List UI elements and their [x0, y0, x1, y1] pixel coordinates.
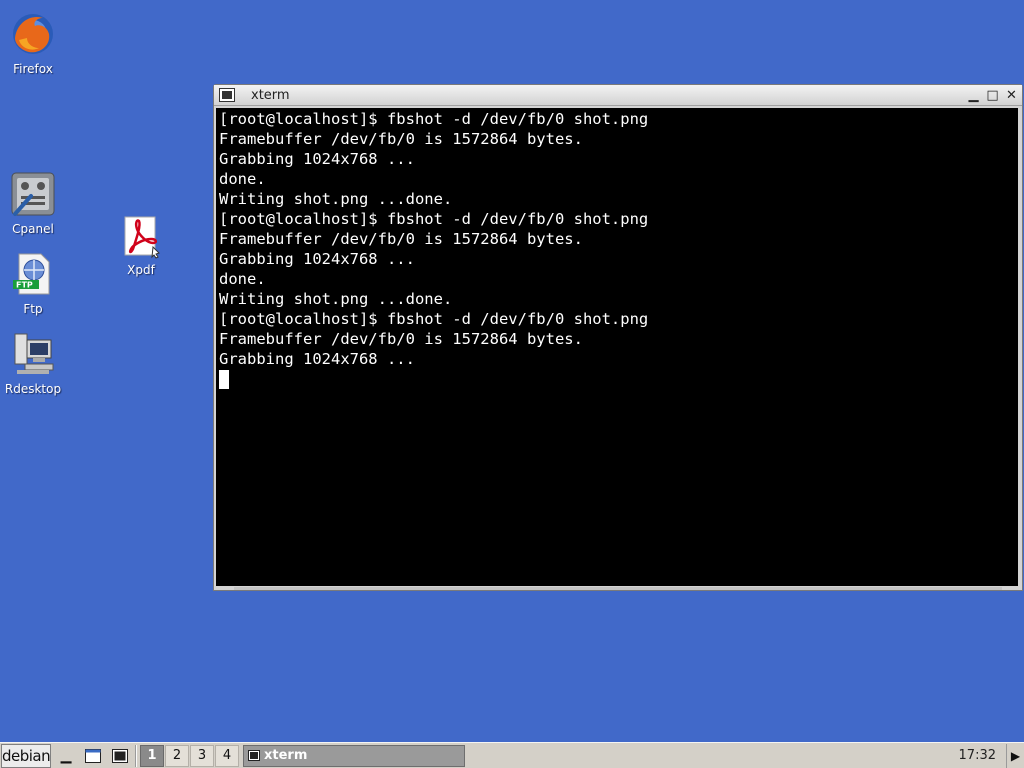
minimize-all-icon: ▁ [60, 747, 72, 764]
terminal-line: Grabbing 1024x768 ... [219, 350, 415, 368]
desktop-icon-label: Ftp [23, 302, 43, 316]
maximize-icon: □ [986, 87, 999, 103]
show-desktop-button[interactable]: ▁ [54, 745, 78, 767]
terminal-line: done. [219, 270, 266, 288]
taskbar-item-label: xterm [264, 748, 308, 763]
minimize-button[interactable]: ▁ [965, 87, 982, 103]
workspace-1-button[interactable]: 1 [140, 744, 164, 767]
terminal-line: Writing shot.png ...done. [219, 190, 453, 208]
terminal-line: Writing shot.png ...done. [219, 290, 453, 308]
xterm-window[interactable]: xterm ▁ □ ✕ [root@localhost]$ fbshot -d … [213, 84, 1023, 591]
terminal-area[interactable]: [root@localhost]$ fbshot -d /dev/fb/0 sh… [216, 108, 1018, 586]
clock[interactable]: 17:32 [959, 748, 996, 763]
close-button[interactable]: ✕ [1003, 87, 1020, 103]
taskbar-separator [135, 744, 137, 767]
window-icon [85, 748, 101, 763]
workspace-pager: 1 2 3 4 [140, 744, 239, 767]
minimize-icon: ▁ [968, 87, 979, 103]
terminal-line: [root@localhost]$ fbshot -d /dev/fb/0 sh… [219, 310, 649, 328]
file-manager-launcher[interactable] [81, 745, 105, 767]
start-menu-label: debian [1, 746, 51, 765]
terminal-icon [248, 750, 260, 761]
pdf-icon [117, 213, 165, 261]
tray-expand-button[interactable]: ▶ [1006, 743, 1024, 768]
terminal-cursor [219, 370, 229, 389]
arrow-right-icon: ▶ [1010, 748, 1021, 763]
control-panel-icon [9, 170, 57, 218]
terminal-line: Grabbing 1024x768 ... [219, 150, 415, 168]
desktop-icon-cpanel[interactable]: Cpanel [0, 170, 66, 236]
remote-desktop-icon [9, 330, 57, 378]
window-titlebar[interactable]: xterm ▁ □ ✕ [214, 85, 1022, 106]
taskbar-item-xterm[interactable]: xterm [243, 744, 465, 767]
desktop-icon-ftp[interactable]: FTP Ftp [0, 250, 66, 316]
close-icon: ✕ [1006, 87, 1017, 103]
window-menu-icon[interactable] [219, 88, 235, 102]
ftp-icon: FTP [9, 250, 57, 298]
terminal-line: Framebuffer /dev/fb/0 is 1572864 bytes. [219, 330, 583, 348]
window-resize-edge[interactable] [234, 587, 1002, 590]
terminal-line: Grabbing 1024x768 ... [219, 250, 415, 268]
firefox-icon [9, 10, 57, 58]
desktop-icon-label: Rdesktop [4, 382, 62, 396]
terminal-line: [root@localhost]$ fbshot -d /dev/fb/0 sh… [219, 210, 649, 228]
terminal-line: [root@localhost]$ fbshot -d /dev/fb/0 sh… [219, 110, 649, 128]
svg-text:FTP: FTP [16, 281, 33, 290]
terminal-line: Framebuffer /dev/fb/0 is 1572864 bytes. [219, 130, 583, 148]
desktop-icon-firefox[interactable]: Firefox [0, 10, 66, 76]
desktop-icon-label: Xpdf [127, 263, 155, 277]
workspace-2-button[interactable]: 2 [165, 744, 189, 767]
window-title: xterm [251, 87, 290, 103]
terminal-icon [112, 748, 128, 763]
terminal-line: Framebuffer /dev/fb/0 is 1572864 bytes. [219, 230, 583, 248]
workspace-3-button[interactable]: 3 [190, 744, 214, 767]
desktop-icon-rdesktop[interactable]: Rdesktop [0, 330, 66, 396]
workspace-4-button[interactable]: 4 [215, 744, 239, 767]
maximize-button[interactable]: □ [984, 87, 1001, 103]
desktop-icon-xpdf[interactable]: Xpdf [108, 213, 174, 277]
terminal-line: done. [219, 170, 266, 188]
desktop-icon-label: Firefox [13, 62, 53, 76]
terminal-launcher[interactable] [108, 745, 132, 767]
taskbar: debian ▁ 1 2 3 4 xterm 17:32 ▶ [0, 742, 1024, 768]
start-menu-button[interactable]: debian [1, 743, 51, 768]
desktop-icon-label: Cpanel [12, 222, 54, 236]
